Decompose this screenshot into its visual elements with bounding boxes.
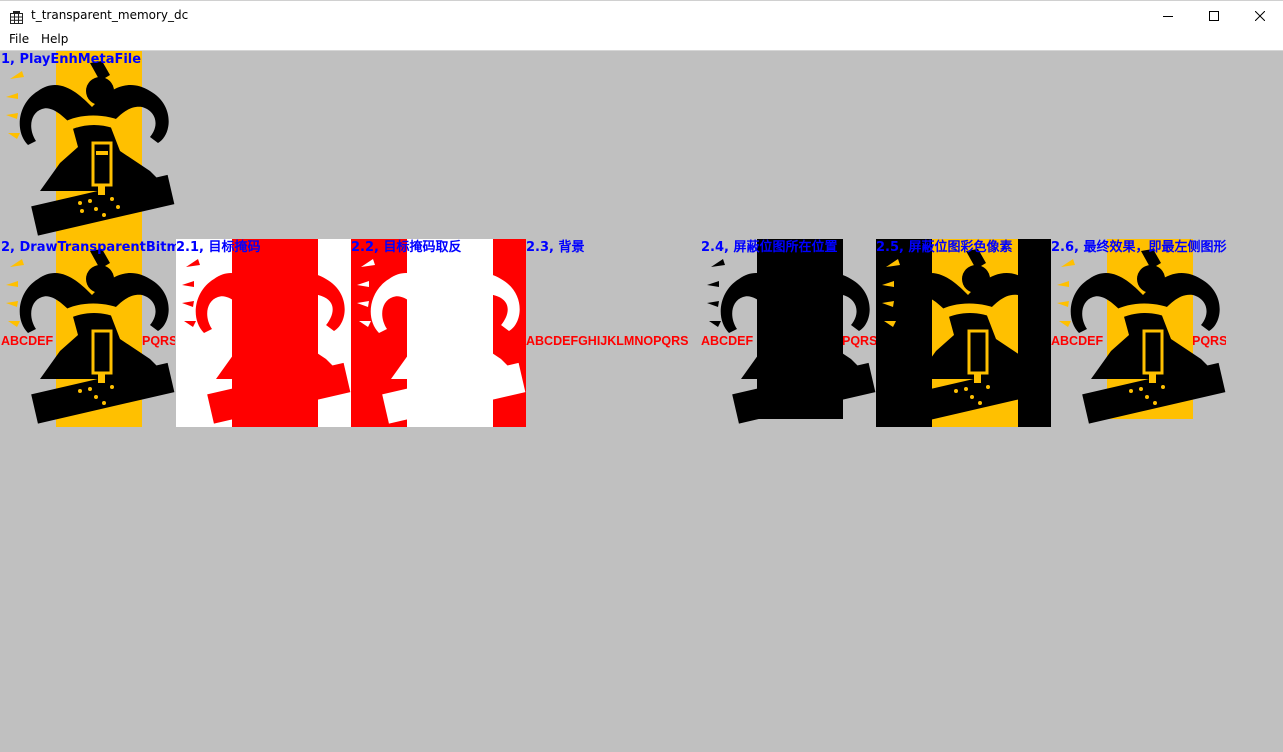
- color-pixels-drawing: [882, 239, 1051, 427]
- color-pixels-figure: [876, 239, 1051, 427]
- transparent-bitmap-figure: ABCDEF PQRS: [0, 239, 175, 427]
- minimize-button[interactable]: [1145, 1, 1191, 31]
- label-step-2-1: 2.1, 目标掩码: [176, 240, 261, 255]
- mask-figure: [176, 239, 351, 427]
- label-step-2-3: 2.3, 背景: [526, 240, 585, 255]
- metafile-figure-1: [0, 51, 175, 239]
- metafile-drawing: [6, 51, 175, 239]
- inverted-mask-drawing: [357, 239, 526, 427]
- menu-bar: File Help: [0, 30, 1283, 51]
- app-grid-icon[interactable]: [10, 9, 23, 24]
- masked-position-figure: ABCDEF PQRS: [701, 239, 876, 427]
- label-step-2-2: 2.2, 目标掩码取反: [351, 240, 462, 255]
- maximize-icon: [1209, 11, 1219, 21]
- transparent-bitmap-drawing: [6, 239, 175, 427]
- background-text-left: ABCDEF: [1, 334, 54, 348]
- label-step-2-4: 2.4, 屏蔽位图所在位置: [701, 240, 838, 255]
- close-button[interactable]: [1237, 1, 1283, 31]
- label-play-enh-metafile: 1, PlayEnhMetaFile: [1, 52, 142, 67]
- label-step-2-6: 2.6, 最终效果，即最左侧图形: [1051, 240, 1227, 255]
- final-result-drawing: [1057, 239, 1226, 424]
- inverted-mask-figure: [351, 239, 526, 427]
- menu-help[interactable]: Help: [40, 32, 69, 46]
- minimize-icon: [1163, 16, 1173, 17]
- close-icon: [1255, 11, 1265, 21]
- label-draw-transparent-bitmap: 2, DrawTransparentBitmap: [1, 240, 199, 255]
- background-cell: ABCDEFGHIJKLMNOPQRS: [526, 239, 701, 427]
- final-result-figure: ABCDEF PQRS: [1051, 239, 1226, 427]
- background-text-full: ABCDEFGHIJKLMNOPQRS: [526, 334, 689, 348]
- client-area: 1, PlayEnhMetaFile ABCDEF PQRS 2, DrawTr…: [0, 51, 1283, 752]
- title-bar: t_transparent_memory_dc: [0, 0, 1283, 31]
- label-step-2-5: 2.5, 屏蔽位图彩色像素: [876, 240, 1013, 255]
- mask-drawing: [182, 239, 351, 427]
- maximize-button[interactable]: [1191, 1, 1237, 31]
- window-title: t_transparent_memory_dc: [31, 8, 189, 22]
- menu-file[interactable]: File: [8, 32, 30, 46]
- background-text-right: PQRS: [142, 334, 175, 348]
- masked-position-drawing: [707, 239, 876, 424]
